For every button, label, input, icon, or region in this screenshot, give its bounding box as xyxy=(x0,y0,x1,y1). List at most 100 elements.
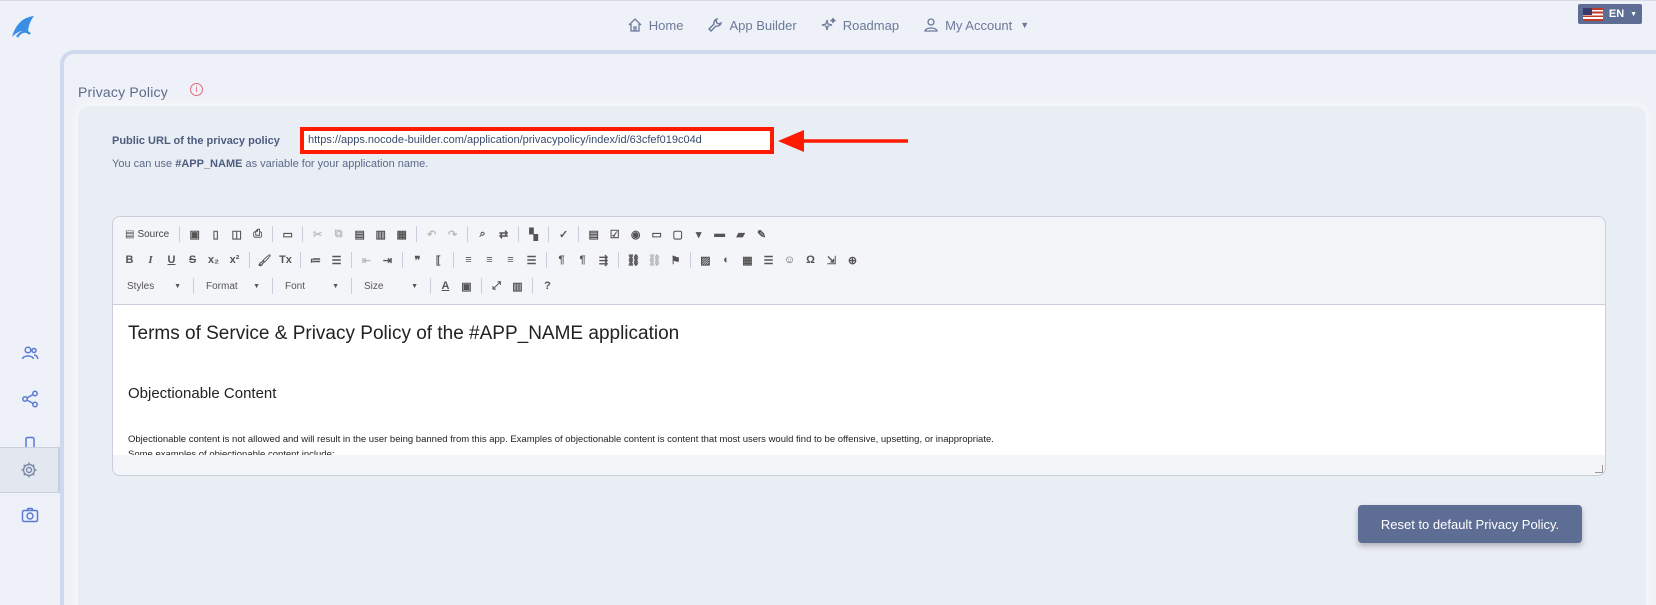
radio-icon[interactable]: ◉ xyxy=(627,226,644,243)
link-icon[interactable]: ⛓ xyxy=(625,252,642,269)
format-combo[interactable]: Format ▼ xyxy=(200,281,266,292)
align-left-icon[interactable]: ≡ xyxy=(460,252,477,269)
resize-handle[interactable] xyxy=(1595,465,1603,473)
remove-format-icon[interactable]: Tx xyxy=(277,252,294,269)
sidebar-item-users[interactable] xyxy=(0,330,60,376)
strikethrough-icon[interactable]: S xyxy=(184,252,201,269)
paste-word-icon[interactable]: ▦ xyxy=(393,226,410,243)
new-page-icon[interactable]: ▯ xyxy=(207,226,224,243)
text-color-icon[interactable]: A xyxy=(437,278,454,295)
form-icon[interactable]: ▤ xyxy=(585,226,602,243)
cut-icon[interactable]: ✂ xyxy=(309,226,326,243)
textfield-icon[interactable]: ▭ xyxy=(648,226,665,243)
content-paragraph: Some examples of objectionable content i… xyxy=(128,449,335,455)
variable-hint: You can use #APP_NAME as variable for yo… xyxy=(112,158,428,170)
table-icon[interactable]: ▦ xyxy=(739,252,756,269)
nav-app-builder-label: App Builder xyxy=(729,17,797,33)
indent-icon[interactable]: ⇥ xyxy=(379,252,396,269)
find-icon[interactable]: ⌕ xyxy=(474,226,491,243)
preview-icon[interactable]: ◫ xyxy=(228,226,245,243)
main-content: Privacy Policy i Public URL of the priva… xyxy=(60,50,1656,605)
image-icon[interactable]: ▨ xyxy=(697,252,714,269)
unlink-icon[interactable]: ⛓ xyxy=(646,252,663,269)
button-field-icon[interactable]: ▬ xyxy=(711,226,728,243)
editor-content[interactable]: Terms of Service & Privacy Policy of the… xyxy=(113,305,1605,455)
size-combo[interactable]: Size ▼ xyxy=(358,281,424,292)
hint-suffix: as variable for your application name. xyxy=(242,158,429,170)
underline-icon[interactable]: U xyxy=(163,252,180,269)
select-field-icon[interactable]: ▾ xyxy=(690,226,707,243)
bg-color-icon[interactable]: ▣ xyxy=(458,278,475,295)
copy-icon[interactable]: ⧉ xyxy=(330,226,347,243)
language-selector[interactable]: EN ▼ xyxy=(1578,4,1642,24)
anchor-icon[interactable]: ⚑ xyxy=(667,252,684,269)
toolbar-separator xyxy=(351,252,352,268)
nav-roadmap[interactable]: Roadmap xyxy=(809,17,911,33)
us-flag-icon xyxy=(1582,7,1603,21)
main-nav: Home App Builder Roadmap My Account ▼ xyxy=(0,17,1656,33)
save-icon[interactable]: ▣ xyxy=(186,226,203,243)
italic-icon[interactable]: I xyxy=(142,252,159,269)
select-all-icon[interactable]: ▚ xyxy=(525,226,542,243)
sparkles-icon xyxy=(821,17,836,31)
font-combo[interactable]: Font ▼ xyxy=(279,281,345,292)
source-button[interactable]: ▤ Source xyxy=(121,229,173,240)
special-char-icon[interactable]: Ω xyxy=(802,252,819,269)
subscript-icon[interactable]: x₂ xyxy=(205,252,222,269)
blockquote-icon[interactable]: ❞ xyxy=(409,252,426,269)
maximize-icon[interactable]: ⤢ xyxy=(488,278,505,295)
privacy-url-link[interactable]: https://apps.nocode-builder.com/applicat… xyxy=(300,127,774,154)
replace-icon[interactable]: ⇄ xyxy=(495,226,512,243)
undo-icon[interactable]: ↶ xyxy=(423,226,440,243)
paste-icon[interactable]: ▤ xyxy=(351,226,368,243)
nav-home[interactable]: Home xyxy=(615,17,696,33)
sidebar-item-camera[interactable] xyxy=(0,492,60,538)
align-justify-icon[interactable]: ☰ xyxy=(523,252,540,269)
language-icon[interactable]: ⇶ xyxy=(595,252,612,269)
nav-my-account[interactable]: My Account ▼ xyxy=(911,17,1041,33)
toolbar-separator xyxy=(548,226,550,242)
info-icon[interactable]: i xyxy=(190,83,203,96)
numbered-list-icon[interactable]: ≔ xyxy=(307,252,324,269)
textarea-icon[interactable]: ▢ xyxy=(669,226,686,243)
sidebar-item-settings[interactable] xyxy=(0,447,60,493)
redo-icon[interactable]: ↷ xyxy=(444,226,461,243)
gear-icon xyxy=(21,462,37,478)
flash-icon[interactable]: ◐ xyxy=(718,252,735,269)
print-icon[interactable]: ⎙ xyxy=(249,226,266,243)
align-center-icon[interactable]: ≡ xyxy=(481,252,498,269)
horizontal-line-icon[interactable]: ☰ xyxy=(760,252,777,269)
toolbar-separator xyxy=(193,278,194,294)
reset-privacy-button[interactable]: Reset to default Privacy Policy. xyxy=(1358,505,1582,543)
copy-format-icon[interactable]: 🖌 xyxy=(256,252,273,269)
users-icon xyxy=(21,346,39,360)
ltr-icon[interactable]: ¶ xyxy=(553,252,570,269)
styles-combo[interactable]: Styles ▼ xyxy=(121,281,187,292)
sidebar xyxy=(0,50,60,605)
iframe-icon[interactable]: ⊕ xyxy=(844,252,861,269)
show-blocks-icon[interactable]: ▥ xyxy=(509,278,526,295)
templates-icon[interactable]: ▭ xyxy=(279,226,296,243)
align-right-icon[interactable]: ≡ xyxy=(502,252,519,269)
page-break-icon[interactable]: ⇲ xyxy=(823,252,840,269)
nav-app-builder[interactable]: App Builder xyxy=(695,17,808,33)
sidebar-item-share[interactable] xyxy=(0,376,60,422)
image-button-icon[interactable]: ▰ xyxy=(732,226,749,243)
paste-text-icon[interactable]: ▥ xyxy=(372,226,389,243)
superscript-icon[interactable]: x² xyxy=(226,252,243,269)
outdent-icon[interactable]: ⇤ xyxy=(358,252,375,269)
smiley-icon[interactable]: ☺ xyxy=(781,252,798,269)
hidden-field-icon[interactable]: ✎ xyxy=(753,226,770,243)
share-icon xyxy=(22,390,38,408)
div-container-icon[interactable]: ⟦ xyxy=(430,252,447,269)
bulleted-list-icon[interactable]: ☰ xyxy=(328,252,345,269)
help-icon[interactable]: ? xyxy=(539,278,556,295)
source-label: Source xyxy=(137,228,170,240)
rtl-icon[interactable]: ¶ xyxy=(574,252,591,269)
bold-icon[interactable]: B xyxy=(121,252,138,269)
toolbar-separator xyxy=(481,278,482,294)
spellcheck-icon[interactable]: ✓ xyxy=(555,226,572,243)
toolbar-separator xyxy=(578,226,580,242)
checkbox-icon[interactable]: ☑ xyxy=(606,226,623,243)
toolbar-separator xyxy=(690,252,691,268)
